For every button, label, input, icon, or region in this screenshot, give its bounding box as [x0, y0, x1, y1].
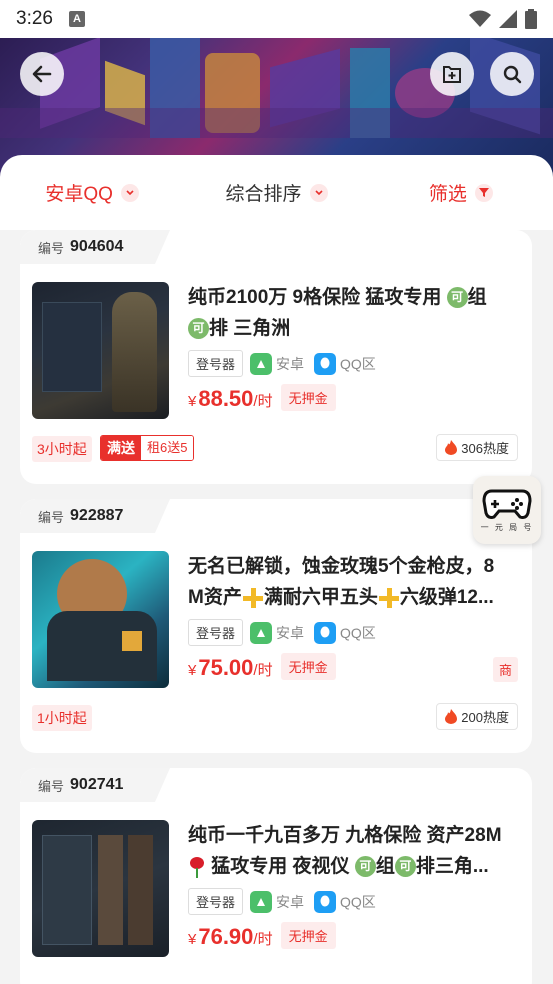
android-icon: [250, 352, 273, 375]
region-label: QQ区: [340, 355, 376, 372]
ke-badge-icon: 可: [446, 287, 468, 309]
plus-icon: [242, 587, 264, 609]
ke-badge-icon: 可: [394, 856, 416, 878]
listing-thumbnail: [32, 282, 169, 419]
listing-thumbnail: [32, 551, 169, 688]
filter-funnel-icon: [474, 183, 493, 202]
platform-label: 安卓: [276, 624, 305, 641]
login-tool-tag: 登号器: [188, 888, 244, 915]
flame-icon: [445, 440, 458, 455]
no-deposit-badge: 无押金: [280, 653, 336, 680]
filter-screen[interactable]: 筛选: [369, 179, 553, 206]
status-time: 3:26: [16, 8, 53, 29]
notification-icon: A: [68, 11, 85, 27]
price: 88.50: [198, 386, 254, 411]
listing-id: 编号 904604: [20, 230, 170, 264]
qq-icon: [314, 352, 337, 375]
chevron-down-icon: [120, 183, 139, 202]
status-bar: 3:26 A: [0, 0, 553, 38]
login-tool-tag: 登号器: [188, 350, 244, 377]
status-icons: [469, 9, 537, 29]
wifi-icon: [469, 10, 491, 27]
listing-card[interactable]: 编号 902741 纯币一千九百多万 九格保险 资产28M 猛攻专用 夜视仪 可组…: [20, 768, 532, 984]
filter-platform-label: 安卓QQ: [45, 184, 113, 205]
listing-card[interactable]: 编号 922887 无名已解锁，蚀金玫瑰5个金枪皮，8 M资产 满耐六甲五头 六级弹1…: [20, 499, 532, 753]
listing-thumbnail: [32, 820, 169, 957]
add-to-desktop-icon: [443, 66, 461, 83]
platform-label: 安卓: [276, 355, 305, 372]
filter-bar: 安卓QQ 综合排序 筛选: [0, 155, 553, 230]
filter-screen-label: 筛选: [428, 184, 467, 205]
price-row: ¥76.90/时 无押金: [188, 922, 336, 952]
region-label: QQ区: [340, 624, 376, 641]
listing-tags: 登号器 安卓 QQ区: [188, 350, 376, 377]
price-row: ¥88.50/时 无押金: [188, 384, 336, 414]
fab-caption: 一 元 局 号: [480, 523, 534, 532]
listing-tags: 登号器 安卓 QQ区: [188, 619, 376, 646]
filter-sort[interactable]: 综合排序: [184, 179, 368, 206]
listing-title: 纯币一千九百多万 九格保险 资产28M 猛攻专用 夜视仪 可组可排三角...: [188, 825, 502, 878]
gamepad-icon: [482, 489, 532, 519]
no-deposit-badge: 无押金: [280, 384, 336, 411]
back-button[interactable]: [20, 52, 64, 96]
listing-id: 编号 902741: [20, 768, 170, 802]
listing-tags: 登号器 安卓 QQ区: [188, 888, 376, 915]
heat-badge: 200热度: [436, 703, 518, 730]
add-to-desktop-button[interactable]: [430, 52, 474, 96]
price: 76.90: [198, 924, 254, 949]
region-label: QQ区: [340, 893, 376, 910]
promo-badge: 满送 租6送5: [100, 435, 195, 461]
qq-icon: [314, 890, 337, 913]
listing-id: 编号 922887: [20, 499, 170, 533]
ke-badge-icon: 可: [188, 318, 209, 340]
login-tool-tag: 登号器: [188, 619, 244, 646]
flame-icon: [445, 709, 458, 724]
filter-platform[interactable]: 安卓QQ: [0, 179, 184, 206]
ke-badge-icon: 可: [354, 856, 376, 878]
signal-icon: [499, 10, 517, 28]
search-icon: [503, 65, 522, 84]
no-deposit-badge: 无押金: [280, 922, 336, 949]
android-icon: [250, 890, 273, 913]
battery-icon: [525, 9, 537, 29]
listing-title: 纯币2100万 9格保险 猛攻专用 可组 可排 三角洲: [188, 287, 487, 340]
min-rent-badge: 3小时起: [32, 436, 92, 462]
android-icon: [250, 621, 273, 644]
filter-sort-label: 综合排序: [225, 184, 302, 205]
shop-badge: 商: [492, 657, 518, 682]
qq-icon: [314, 621, 337, 644]
price: 75.00: [198, 655, 254, 680]
listing-title: 无名已解锁，蚀金玫瑰5个金枪皮，8 M资产 满耐六甲五头 六级弹12...: [188, 556, 495, 609]
heat-badge: 306热度: [436, 434, 518, 461]
min-rent-badge: 1小时起: [32, 705, 92, 731]
listing-card[interactable]: 编号 904604 纯币2100万 9格保险 猛攻专用 可组 可排 三角洲 登号器…: [20, 230, 532, 484]
floating-game-button[interactable]: 一 元 局 号: [473, 476, 541, 544]
platform-label: 安卓: [276, 893, 305, 910]
rose-icon: [188, 856, 206, 878]
back-arrow-icon: [32, 65, 52, 83]
price-row: ¥75.00/时 无押金: [188, 653, 336, 683]
plus-icon: [378, 587, 400, 609]
search-button[interactable]: [490, 52, 534, 96]
chevron-down-icon: [309, 183, 328, 202]
